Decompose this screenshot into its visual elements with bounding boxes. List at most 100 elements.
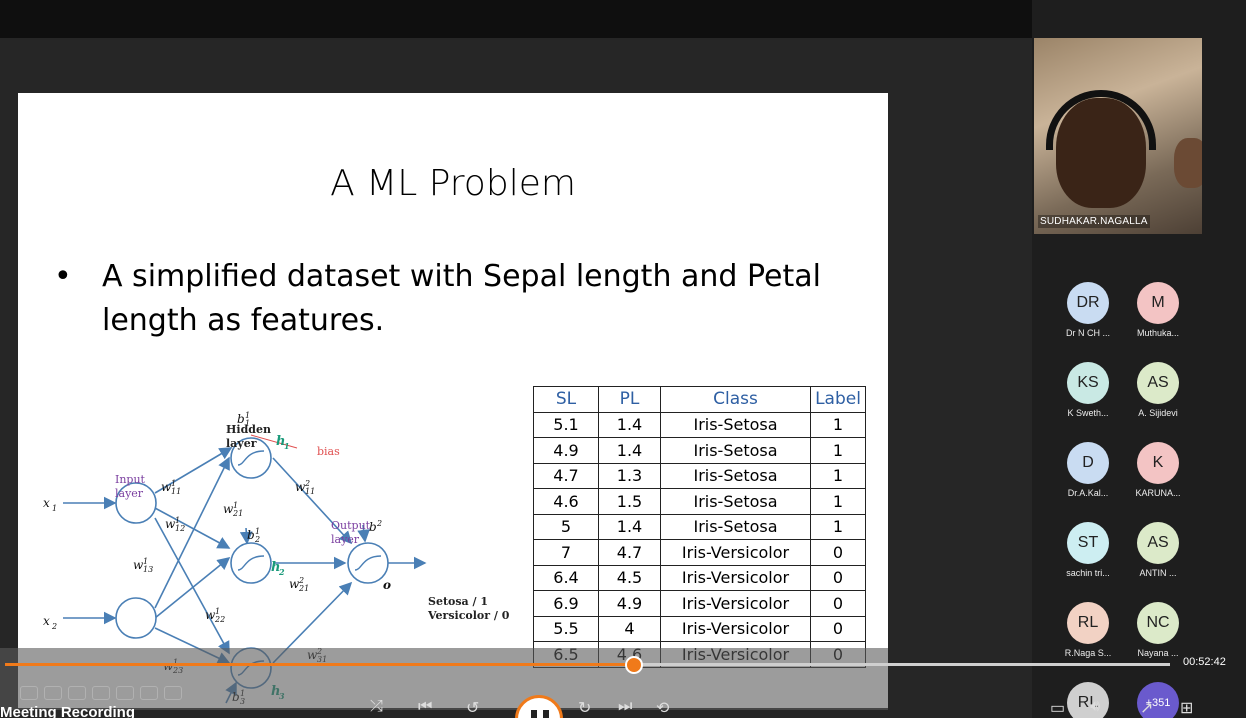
column-header: PL: [598, 386, 661, 413]
speaker-video[interactable]: [1034, 38, 1202, 234]
speaker-hand: [1174, 138, 1202, 188]
table-row: 6.4 4.5 Iris-Versicolor 0: [533, 564, 866, 591]
table-cell: 1: [810, 462, 866, 489]
avatar: DR: [1067, 282, 1109, 324]
participant-tile[interactable]: K KARUNA...: [1118, 442, 1198, 498]
forward-icon[interactable]: ↻: [578, 698, 591, 718]
svg-text:x: x: [43, 614, 50, 628]
table-cell: 1.3: [598, 462, 661, 489]
avatar: M: [1137, 282, 1179, 324]
seek-bar-progress: [5, 663, 634, 666]
table-cell: Iris-Setosa: [660, 462, 811, 489]
shuffle-icon[interactable]: ⤮: [370, 698, 383, 716]
output-layer-label-line2: layer: [331, 533, 360, 546]
speaker-name-label: SUDHAKAR.NAGALLA: [1038, 215, 1150, 228]
svg-text:1: 1: [52, 504, 57, 513]
svg-text:22: 22: [214, 615, 225, 624]
table-cell: Iris-Versicolor: [660, 615, 811, 642]
fullscreen-icon[interactable]: ⊞: [1180, 698, 1193, 718]
slide-title: A ML Problem: [330, 163, 576, 204]
svg-text:2: 2: [51, 622, 57, 631]
participant-name: ANTIN ...: [1139, 568, 1177, 578]
svg-text:13: 13: [143, 565, 153, 574]
column-header: Class: [660, 386, 811, 413]
participant-tile[interactable]: ST sachin tri...: [1048, 522, 1128, 578]
previous-icon[interactable]: ⏮: [418, 698, 432, 716]
annotation-toolbar: [20, 686, 182, 700]
avatar: NC: [1137, 602, 1179, 644]
elapsed-time: 00:52:42: [1183, 656, 1226, 668]
table-cell: 7: [533, 539, 599, 566]
table-cell: 6.9: [533, 590, 599, 617]
participant-tile[interactable]: DR Dr N CH ...: [1048, 282, 1128, 338]
rewind-icon[interactable]: ↺: [466, 698, 479, 718]
svg-text:2: 2: [278, 567, 285, 577]
avatar: ST: [1067, 522, 1109, 564]
shape-icon[interactable]: [92, 686, 110, 700]
table-row: 6.9 4.9 Iris-Versicolor 0: [533, 590, 866, 617]
eraser-icon[interactable]: [68, 686, 86, 700]
table-cell: 4.7: [598, 539, 661, 566]
table-cell: 0: [810, 615, 866, 642]
participant-tile[interactable]: KS K Sweth...: [1048, 362, 1128, 418]
participant-name: Dr.A.Kal...: [1067, 488, 1109, 498]
input-layer-label-line2: layer: [115, 487, 144, 500]
svg-text:21: 21: [298, 584, 309, 593]
table-cell: 4.9: [598, 590, 661, 617]
table-row: 7 4.7 Iris-Versicolor 0: [533, 539, 866, 566]
table-row: 4.9 1.4 Iris-Setosa 1: [533, 437, 866, 464]
seek-thumb[interactable]: [625, 656, 643, 674]
table-cell: Iris-Setosa: [660, 488, 811, 515]
table-row: 4.7 1.3 Iris-Setosa 1: [533, 462, 866, 489]
table-cell: 4.7: [533, 462, 599, 489]
table-cell: 6.4: [533, 564, 599, 591]
svg-text:1: 1: [245, 419, 250, 428]
pen-icon[interactable]: [20, 686, 38, 700]
participant-tile[interactable]: NC Nayana ...: [1118, 602, 1198, 658]
output-class-setosa: Setosa / 1: [428, 595, 488, 608]
caption-icon[interactable]: ▭: [1050, 698, 1065, 718]
table-cell: Iris-Versicolor: [660, 539, 811, 566]
volume-icon[interactable]: 🔊︎: [1090, 698, 1100, 716]
table-cell: Iris-Setosa: [660, 513, 811, 540]
bias-label: bias: [317, 445, 340, 458]
next-icon[interactable]: ⏭: [618, 698, 632, 716]
table-row: 4.6 1.5 Iris-Setosa 1: [533, 488, 866, 515]
grid-icon[interactable]: [140, 686, 158, 700]
table-cell: 4.5: [598, 564, 661, 591]
column-header: Label: [810, 386, 866, 413]
input-layer-label-line1: Input: [115, 473, 146, 486]
participant-tile[interactable]: AS ANTIN ...: [1118, 522, 1198, 578]
pause-bar-icon: [543, 710, 549, 718]
participant-tile[interactable]: AS A. Sijidevi: [1118, 362, 1198, 418]
table-cell: 0: [810, 539, 866, 566]
table-cell: 5.5: [533, 615, 599, 642]
highlighter-icon[interactable]: [44, 686, 62, 700]
svg-text:1: 1: [284, 441, 290, 451]
svg-text:b: b: [247, 528, 255, 542]
zoom-icon[interactable]: [116, 686, 134, 700]
avatar: K: [1137, 442, 1179, 484]
column-header: SL: [533, 386, 599, 413]
table-row: 5.5 4 Iris-Versicolor 0: [533, 615, 866, 642]
participant-name: A. Sijidevi: [1138, 408, 1178, 418]
camera-icon[interactable]: [164, 686, 182, 700]
expand-icon[interactable]: ↗: [1140, 698, 1153, 718]
participant-tile[interactable]: RL R.Naga S...: [1048, 602, 1128, 658]
output-layer-label-line1: Output: [331, 519, 371, 532]
table-cell: Iris-Setosa: [660, 411, 811, 438]
svg-text:11: 11: [305, 487, 315, 496]
avatar: RL: [1067, 682, 1109, 718]
repeat-icon[interactable]: ⟲: [656, 698, 669, 718]
recording-title: Meeting Recording: [0, 704, 136, 718]
table-header-row: SL PL Class Label: [533, 386, 866, 413]
participant-tile[interactable]: D Dr.A.Kal...: [1048, 442, 1128, 498]
participant-name: sachin tri...: [1066, 568, 1110, 578]
svg-text:21: 21: [232, 509, 243, 518]
svg-text:12: 12: [175, 524, 185, 533]
participant-tile[interactable]: M Muthuka...: [1118, 282, 1198, 338]
iris-data-table: SL PL Class Label 5.1 1.4 Iris-Setosa 1 4.9…: [533, 386, 866, 668]
avatar: AS: [1137, 522, 1179, 564]
output-class-versicolor: Versicolor / 0: [427, 609, 510, 622]
participant-name: K Sweth...: [1067, 408, 1109, 418]
